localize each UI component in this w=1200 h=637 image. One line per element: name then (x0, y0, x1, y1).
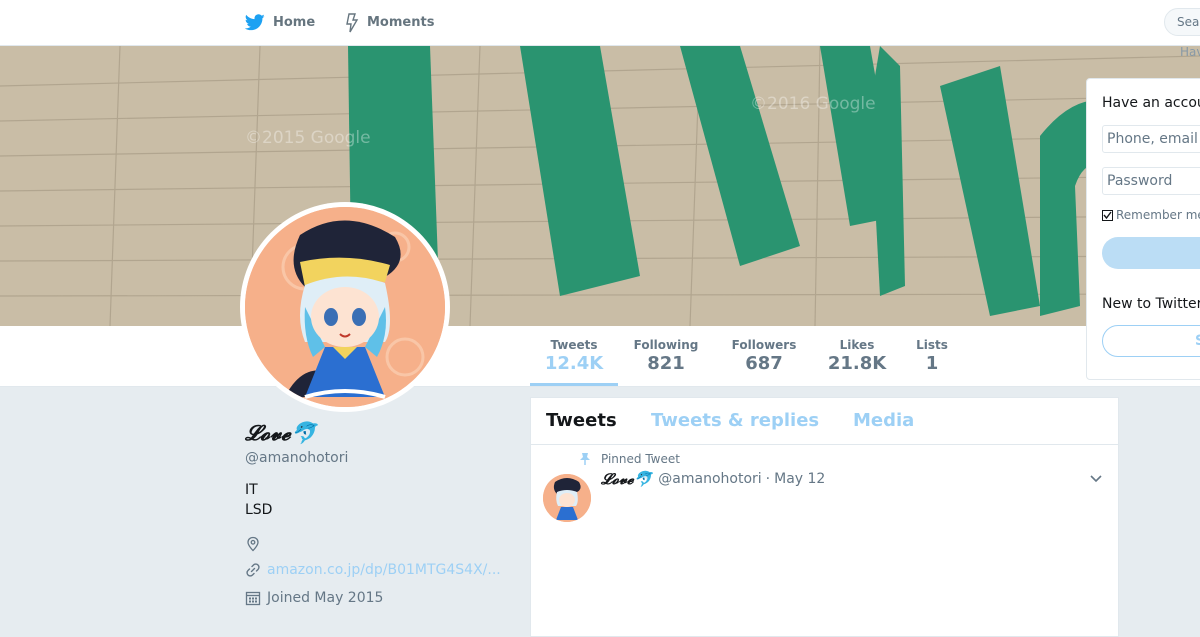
stat-tweets[interactable]: Tweets 12.4K (530, 326, 618, 386)
username-field[interactable]: Phone, email (1102, 125, 1200, 153)
calendar-icon (245, 591, 261, 606)
tweet-author-name[interactable]: 𝓛𝓸𝓿𝓮🐬 (601, 470, 652, 488)
timeline-tabs: Tweets Tweets & replies Media (531, 398, 1118, 445)
avatar-image (245, 207, 445, 407)
login-button[interactable]: L (1102, 237, 1200, 269)
nav-home[interactable]: Home (245, 0, 315, 45)
stat-value: 821 (647, 353, 685, 374)
signup-button[interactable]: Si (1102, 325, 1200, 357)
stat-lists[interactable]: Lists 1 (910, 326, 954, 386)
stat-value: 687 (745, 353, 783, 374)
stat-following[interactable]: Following 821 (626, 326, 706, 386)
stat-value: 12.4K (544, 353, 604, 374)
timeline: Tweets Tweets & replies Media Pinned Twe… (530, 397, 1119, 637)
new-to-twitter-label: New to Twitter (1102, 296, 1200, 312)
tab-tweets[interactable]: Tweets (546, 410, 617, 431)
stat-label: Tweets (550, 338, 598, 352)
stat-value: 21.8K (827, 353, 887, 374)
login-panel: Have an accou Phone, email Password Reme… (1086, 78, 1200, 380)
tweet-header: 𝓛𝓸𝓿𝓮🐬 @amanohotori · May 12 (601, 470, 825, 488)
profile-avatar[interactable] (240, 202, 450, 412)
website-row: amazon.co.jp/dp/B01MTG4S4X/... (245, 562, 501, 578)
have-account-link[interactable]: Hav (1180, 45, 1200, 59)
remember-checkbox[interactable] (1102, 209, 1113, 221)
bio-line: IT (245, 482, 258, 498)
joined-row: Joined May 2015 (245, 590, 383, 606)
profile-name: 𝓛𝓸𝓿𝓮🐬 (245, 420, 317, 445)
tweet-avatar[interactable] (543, 474, 591, 522)
tweet-author-handle[interactable]: @amanohotori (658, 471, 761, 487)
top-nav: Home Moments Sea (0, 0, 1200, 46)
twitter-bird-icon (245, 14, 265, 31)
joined-date: Joined May 2015 (267, 590, 384, 606)
remember-me[interactable]: Remember me (1102, 208, 1200, 222)
nav-moments[interactable]: Moments (345, 0, 434, 45)
tweet-separator: · (765, 471, 771, 487)
stat-label: Following (633, 338, 699, 352)
location-pin-icon (247, 536, 259, 552)
stat-label: Likes (839, 338, 875, 352)
profile-stats-bar: Tweets 12.4K Following 821 Followers 687… (0, 326, 1200, 387)
pinned-tweet-label: Pinned Tweet (601, 452, 680, 466)
remember-label: Remember me (1116, 208, 1200, 222)
profile-handle: @amanohotori (245, 450, 349, 466)
nav-moments-label: Moments (367, 15, 435, 30)
lightning-icon (346, 12, 359, 32)
profile-banner: ©2015 Google ©2016 Google (0, 46, 1200, 326)
chevron-down-icon[interactable] (1089, 474, 1103, 484)
stat-likes[interactable]: Likes 21.8K (822, 326, 892, 386)
location-row (245, 536, 267, 552)
banner-image (0, 46, 1200, 326)
banner-watermark: ©2015 Google (245, 128, 371, 148)
tweet-date[interactable]: May 12 (774, 471, 825, 487)
stat-label: Lists (916, 338, 948, 352)
pin-icon (580, 453, 590, 465)
stat-label: Followers (731, 338, 797, 352)
tab-tweets-replies[interactable]: Tweets & replies (651, 410, 819, 431)
link-icon (246, 563, 260, 577)
login-title: Have an accou (1102, 95, 1200, 111)
stat-followers[interactable]: Followers 687 (726, 326, 802, 386)
stat-value: 1 (925, 353, 939, 374)
nav-home-label: Home (273, 15, 316, 30)
tab-media[interactable]: Media (853, 410, 914, 431)
password-field[interactable]: Password (1102, 167, 1200, 195)
banner-watermark: ©2016 Google (750, 94, 876, 114)
website-link[interactable]: amazon.co.jp/dp/B01MTG4S4X/... (267, 562, 501, 578)
search-input[interactable]: Sea (1164, 8, 1200, 36)
bio-line: LSD (245, 502, 273, 518)
